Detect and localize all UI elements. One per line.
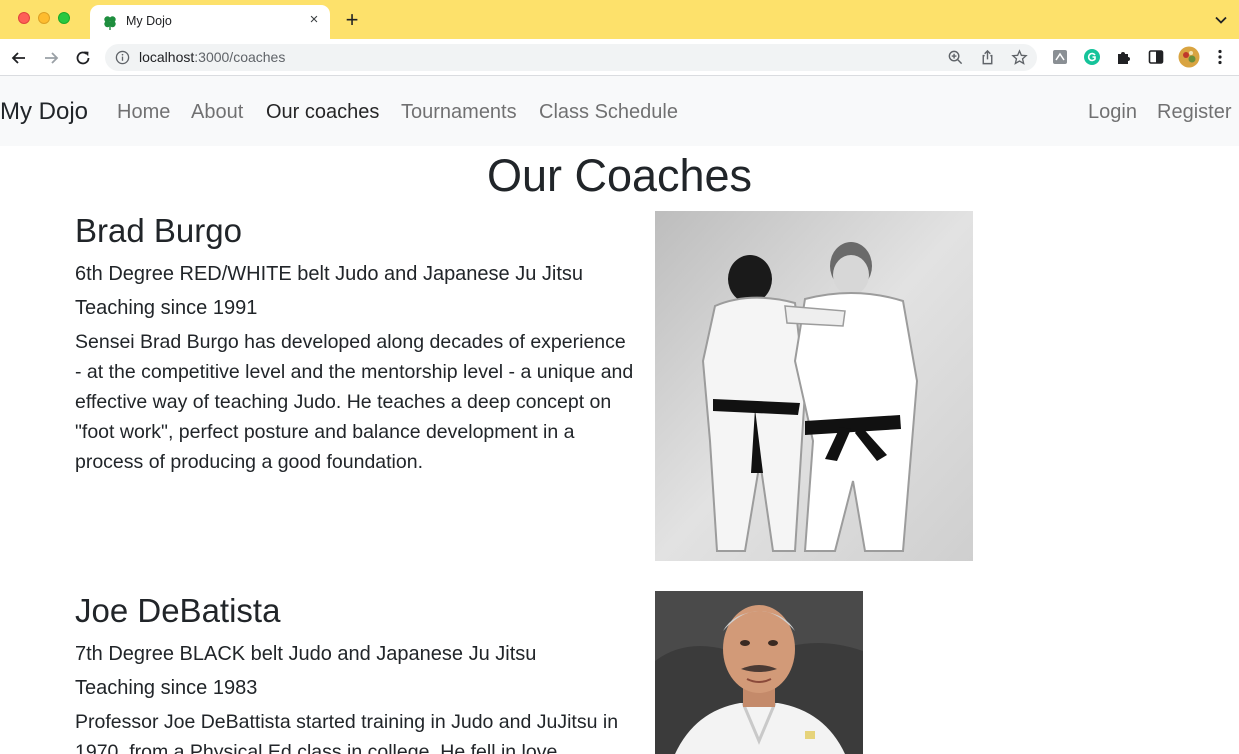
- browser-toolbar: localhost:3000/coaches: [0, 39, 1239, 76]
- coach-photo: [655, 211, 973, 561]
- zoom-icon[interactable]: [947, 49, 964, 66]
- page-title: Our Coaches: [486, 150, 753, 201]
- back-icon[interactable]: [9, 48, 29, 68]
- nav-link-class-schedule[interactable]: Class Schedule: [539, 101, 678, 124]
- coach-card: Joe DeBatista 7th Degree BLACK belt Judo…: [75, 591, 635, 754]
- kebab-menu-icon[interactable]: [1211, 48, 1229, 66]
- coach-card: Brad Burgo 6th Degree RED/WHITE belt Jud…: [75, 211, 635, 477]
- coach-bio: Sensei Brad Burgo has developed along de…: [75, 331, 634, 473]
- coach-belt-rank: 7th Degree BLACK belt Judo and Japanese …: [75, 643, 537, 665]
- profile-avatar-icon[interactable]: [1178, 46, 1200, 68]
- address-bar[interactable]: localhost:3000/coaches: [105, 44, 1037, 71]
- coach-name: Brad Burgo: [75, 212, 242, 249]
- coach-teaching-since: Teaching since 1991: [75, 297, 258, 319]
- sidepanel-icon[interactable]: [1147, 48, 1165, 66]
- browser-tab-active[interactable]: My Dojo ×: [90, 5, 330, 39]
- url-text: localhost:3000/coaches: [139, 49, 286, 65]
- nav-link-about[interactable]: About: [191, 101, 243, 124]
- nav-link-register[interactable]: Register: [1157, 101, 1231, 124]
- grammarly-icon[interactable]: [1083, 48, 1101, 66]
- coach-name: Joe DeBatista: [75, 592, 281, 629]
- nav-link-login[interactable]: Login: [1088, 101, 1137, 124]
- plus-icon[interactable]: +: [342, 9, 362, 31]
- chevron-down-icon[interactable]: [1213, 12, 1229, 28]
- close-icon[interactable]: ×: [306, 12, 322, 28]
- puzzle-icon[interactable]: [1115, 48, 1133, 66]
- nav-link-tournaments[interactable]: Tournaments: [401, 101, 517, 124]
- forward-icon[interactable]: [41, 48, 61, 68]
- window-minimize-button[interactable]: [38, 12, 50, 24]
- coach-bio: Professor Joe DeBattista started trainin…: [75, 711, 619, 754]
- brand-link[interactable]: My Dojo: [0, 98, 88, 126]
- coach-belt-rank: 6th Degree RED/WHITE belt Judo and Japan…: [75, 263, 584, 285]
- star-icon[interactable]: [1011, 49, 1028, 66]
- reload-icon[interactable]: [73, 48, 93, 68]
- info-icon[interactable]: [115, 50, 130, 65]
- browser-tab-bar: My Dojo × +: [0, 0, 1239, 39]
- coach-teaching-since: Teaching since 1983: [75, 677, 258, 699]
- window-zoom-button[interactable]: [58, 12, 70, 24]
- tab-title: My Dojo: [126, 14, 172, 28]
- coach-photo: [655, 591, 863, 754]
- nav-link-our-coaches[interactable]: Our coaches: [266, 101, 379, 124]
- site-navbar: My Dojo Home About Our coaches Tournamen…: [0, 76, 1239, 146]
- window-close-button[interactable]: [18, 12, 30, 24]
- clover-favicon-icon: [104, 16, 116, 30]
- share-icon[interactable]: [979, 49, 996, 66]
- nav-link-home[interactable]: Home: [117, 101, 170, 124]
- extension-icon[interactable]: [1051, 48, 1069, 66]
